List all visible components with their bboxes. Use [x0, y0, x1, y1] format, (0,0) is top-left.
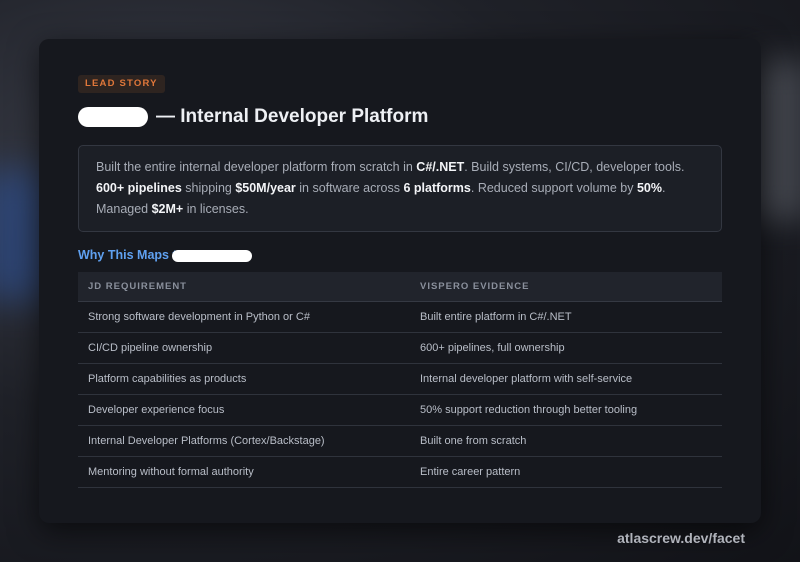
evidence-cell: Built one from scratch: [410, 425, 722, 457]
section-heading: Why This Maps to: [78, 246, 722, 264]
table-row: Mentoring without formal authority Entir…: [78, 456, 722, 488]
requirement-cell: Mentoring without formal authority: [78, 456, 410, 488]
lead-story-badge: LEAD STORY: [78, 75, 165, 93]
section-heading-text: Why This Maps to: [78, 248, 185, 262]
story-summary: Built the entire internal developer plat…: [78, 145, 722, 232]
redaction-mark: [172, 250, 253, 262]
requirement-cell: Internal Developer Platforms (Cortex/Bac…: [78, 425, 410, 457]
requirements-table: JD REQUIREMENT VISPERO EVIDENCE Strong s…: [78, 272, 722, 488]
table-row: Internal Developer Platforms (Cortex/Bac…: [78, 425, 722, 457]
evidence-cell: Internal developer platform with self-se…: [410, 363, 722, 395]
evidence-cell: 50% support reduction through better too…: [410, 394, 722, 426]
table-row: Platform capabilities as products Intern…: [78, 363, 722, 395]
requirement-cell: Developer experience focus: [78, 394, 410, 426]
evidence-cell: Built entire platform in C#/.NET: [410, 301, 722, 333]
story-title-text: — Internal Developer Platform: [156, 106, 429, 127]
requirement-cell: Strong software development in Python or…: [78, 301, 410, 333]
requirement-cell: CI/CD pipeline ownership: [78, 332, 410, 364]
footer-link[interactable]: atlascrew.dev/facet: [617, 530, 745, 546]
table-header-row: JD REQUIREMENT VISPERO EVIDENCE: [78, 272, 722, 302]
table-row: Strong software development in Python or…: [78, 301, 722, 333]
redaction-mark: [78, 107, 148, 127]
column-header-jd: JD REQUIREMENT: [78, 272, 410, 302]
evidence-cell: 600+ pipelines, full ownership: [410, 332, 722, 364]
table-row: Developer experience focus 50% support r…: [78, 394, 722, 426]
requirement-cell: Platform capabilities as products: [78, 363, 410, 395]
evidence-cell: Entire career pattern: [410, 456, 722, 488]
story-card: LEAD STORY — Internal Developer Platform…: [39, 39, 761, 523]
table-row: CI/CD pipeline ownership 600+ pipelines,…: [78, 332, 722, 364]
column-header-evidence: VISPERO EVIDENCE: [410, 272, 722, 302]
story-title: — Internal Developer Platform: [78, 105, 722, 129]
